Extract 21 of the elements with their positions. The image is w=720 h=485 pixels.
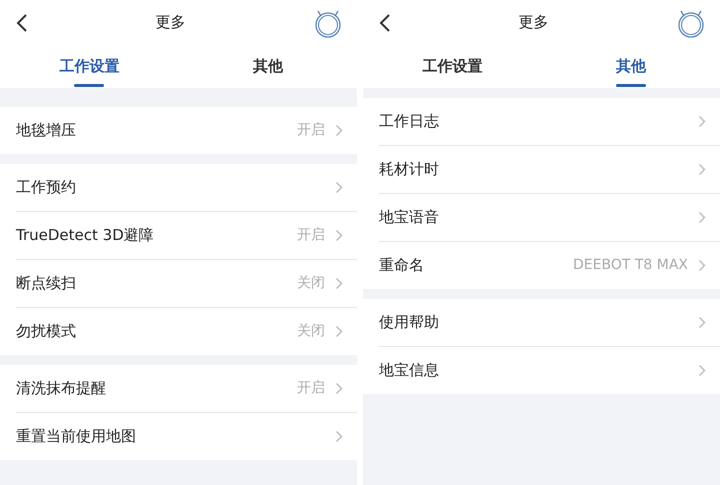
- chevron-icon: [698, 163, 706, 176]
- tab[interactable]: 其他: [178, 45, 357, 88]
- page-title: 更多: [518, 12, 548, 34]
- back-icon[interactable]: [16, 12, 28, 32]
- chevron-icon: [335, 277, 343, 290]
- chevron-icon: [335, 325, 343, 338]
- chevron-icon: [335, 229, 343, 242]
- back-icon[interactable]: [379, 12, 391, 32]
- tab[interactable]: 其他: [542, 45, 720, 88]
- chevron-icon: [335, 124, 343, 137]
- chevron-icon: [335, 181, 343, 194]
- chevron-icon: [698, 316, 706, 329]
- chevron-icon: [698, 211, 706, 224]
- tab[interactable]: 工作设置: [363, 45, 542, 88]
- chevron-icon: [698, 364, 706, 377]
- tab[interactable]: 工作设置: [0, 45, 178, 88]
- chevron-icon: [698, 259, 706, 272]
- page-title: 更多: [156, 12, 186, 34]
- chevron-icon: [335, 430, 343, 443]
- chevron-icon: [698, 115, 706, 128]
- chevron-icon: [335, 382, 343, 395]
